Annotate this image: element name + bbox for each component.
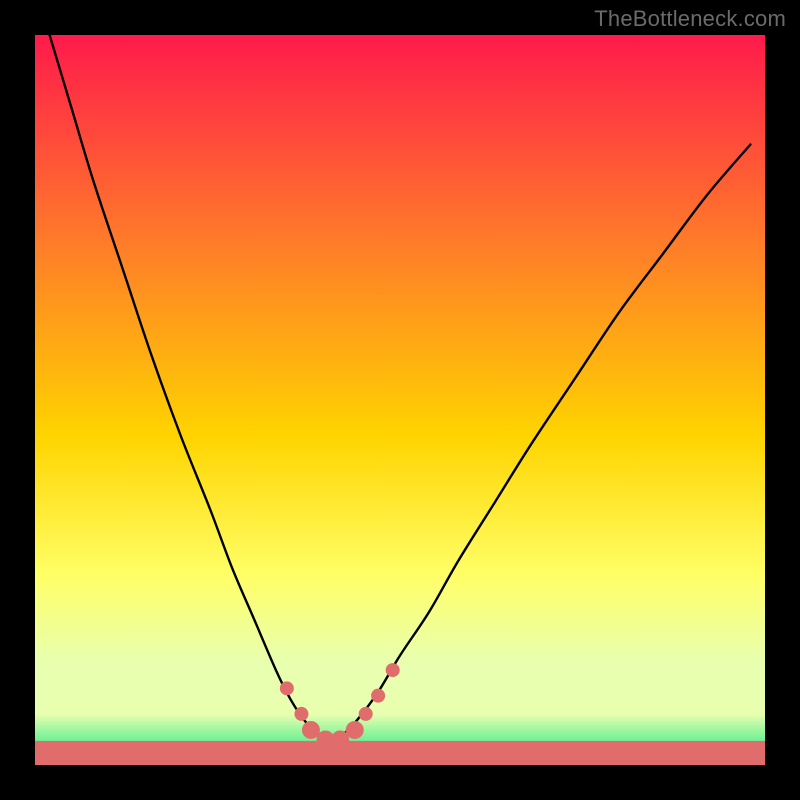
- baseline-band: [35, 741, 765, 765]
- plot-area: [35, 35, 765, 765]
- highlight-marker: [371, 689, 385, 703]
- watermark-text: TheBottleneck.com: [594, 6, 786, 32]
- highlight-marker: [346, 721, 364, 739]
- highlight-marker: [280, 681, 294, 695]
- chart-frame: TheBottleneck.com: [0, 0, 800, 800]
- highlight-marker: [359, 707, 373, 721]
- chart-svg: [35, 35, 765, 765]
- highlight-marker: [386, 663, 400, 677]
- highlight-marker: [294, 707, 308, 721]
